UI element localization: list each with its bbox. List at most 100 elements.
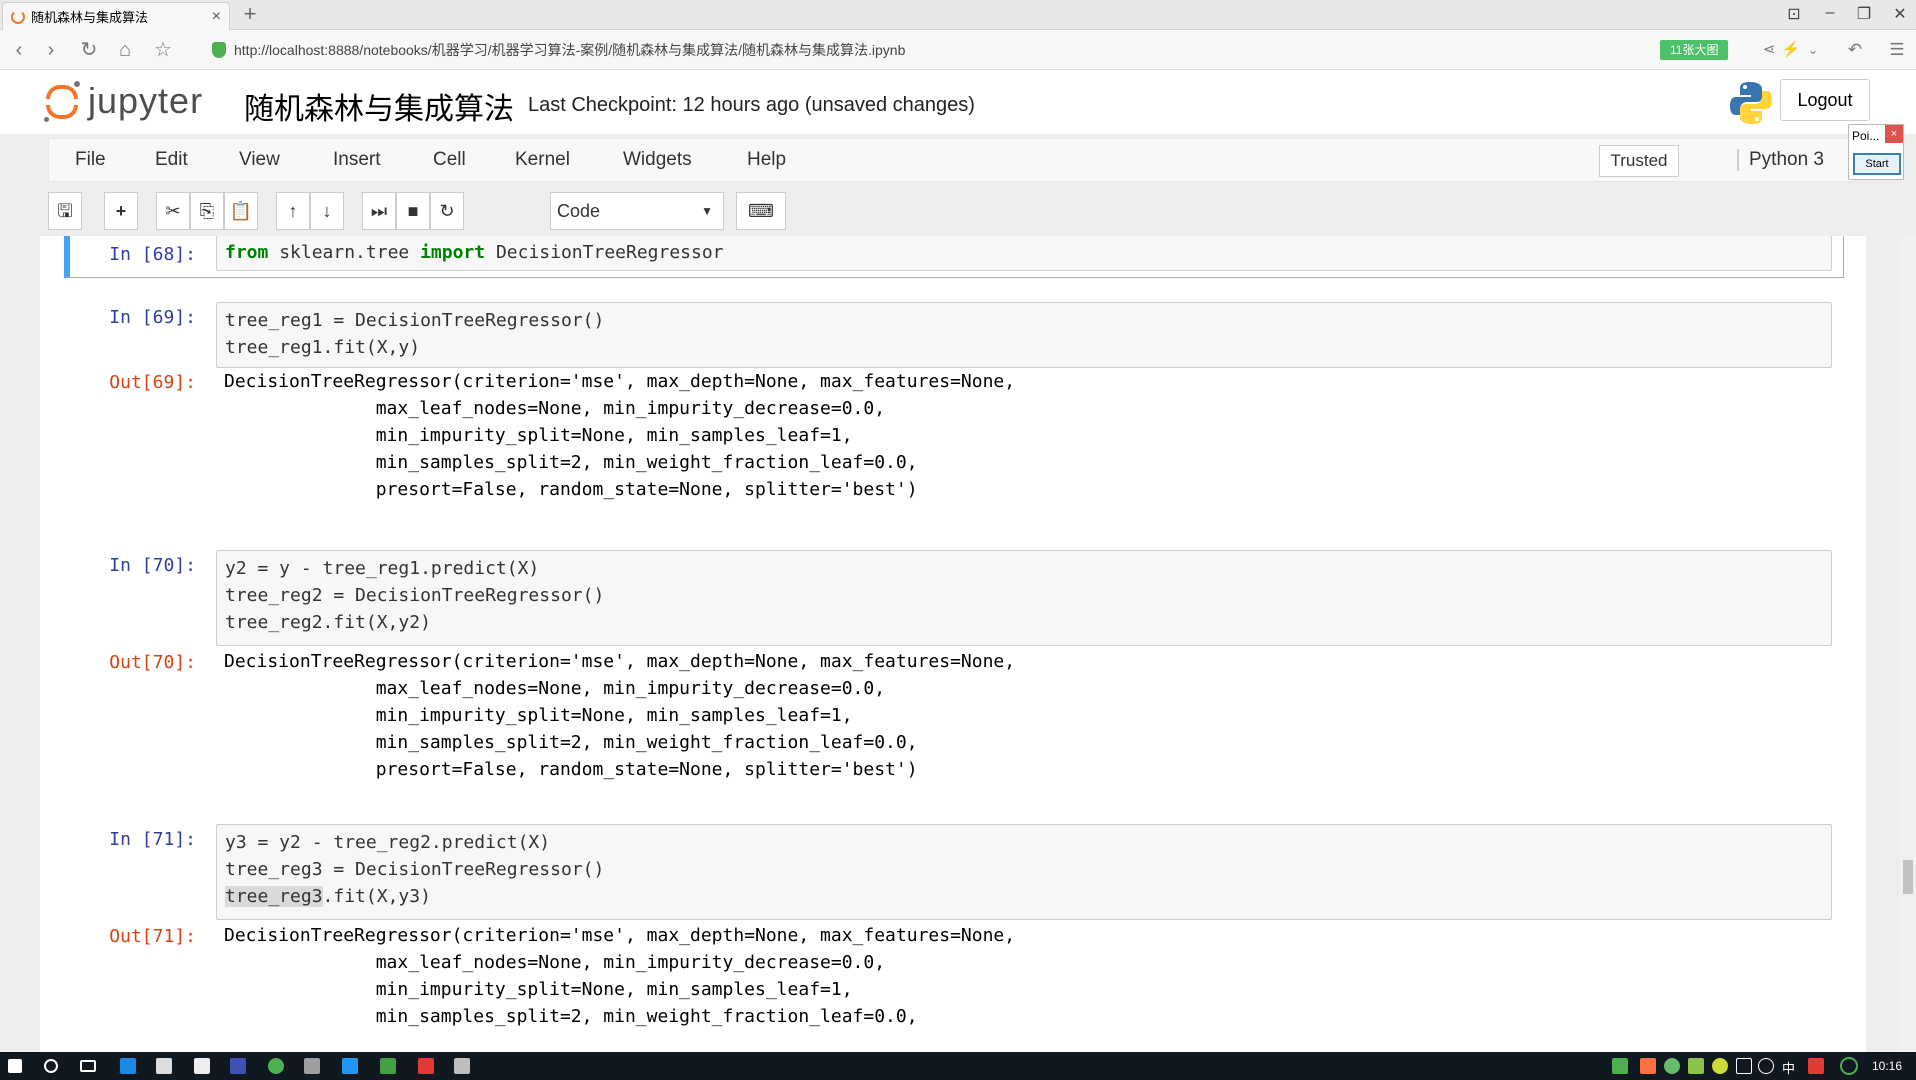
- code-cell[interactable]: In [68]: from sklearn.tree import Decisi…: [64, 236, 1844, 278]
- clock: 10:16: [1872, 1059, 1903, 1073]
- menu-help[interactable]: Help: [747, 149, 786, 171]
- restore-icon[interactable]: ❐: [1850, 4, 1878, 24]
- store-icon[interactable]: [156, 1058, 172, 1074]
- app-icon[interactable]: [230, 1058, 246, 1074]
- input-prompt: In [71]:: [109, 829, 196, 850]
- floating-popup: Poi... × Start: [1848, 124, 1904, 180]
- url-text: http://localhost:8888/notebooks/机器学习/机器学…: [234, 42, 906, 58]
- stop-icon[interactable]: ■: [396, 192, 430, 230]
- menu-file[interactable]: File: [75, 149, 106, 171]
- copy-icon[interactable]: ⎘: [190, 192, 224, 230]
- input-prompt: In [70]:: [109, 555, 196, 576]
- taskbar: 中 10:16: [0, 1052, 1916, 1080]
- volume-icon[interactable]: [1758, 1058, 1774, 1074]
- popup-start-button[interactable]: Start: [1853, 153, 1901, 175]
- app-icon[interactable]: [380, 1058, 396, 1074]
- keyboard-icon[interactable]: ⌨: [736, 192, 786, 230]
- code-text: sklearn.tree: [268, 242, 421, 263]
- menu-insert[interactable]: Insert: [333, 149, 381, 171]
- restart-icon[interactable]: ↻: [430, 192, 464, 230]
- trusted-indicator[interactable]: Trusted: [1599, 145, 1679, 177]
- logout-button[interactable]: Logout: [1780, 79, 1870, 121]
- code-cell[interactable]: In [71]: y3 = y2 - tree_reg2.predict(X) …: [64, 824, 1840, 1052]
- image-badge[interactable]: 11张大图: [1660, 40, 1729, 60]
- tray-icon[interactable]: [1808, 1058, 1824, 1074]
- search-icon[interactable]: [44, 1059, 58, 1073]
- url-field[interactable]: http://localhost:8888/notebooks/机器学习/机器学…: [206, 37, 1636, 63]
- folder-icon[interactable]: [304, 1058, 320, 1074]
- checkpoint-status: Last Checkpoint: 12 hours ago (unsaved c…: [528, 94, 975, 116]
- tray-icon[interactable]: [1640, 1058, 1656, 1074]
- paste-icon[interactable]: 📋: [224, 192, 258, 230]
- notebook-area: In [68]: from sklearn.tree import Decisi…: [0, 236, 1916, 1052]
- code-cell[interactable]: In [70]: y2 = y - tree_reg1.predict(X) t…: [64, 550, 1840, 800]
- chevron-down-icon[interactable]: ⌄: [1800, 38, 1826, 62]
- code-input[interactable]: y3 = y2 - tree_reg2.predict(X) tree_reg3…: [216, 824, 1832, 920]
- run-icon[interactable]: ⏭: [362, 192, 396, 230]
- task-view-icon[interactable]: [80, 1060, 96, 1072]
- code-input[interactable]: tree_reg1 = DecisionTreeRegressor() tree…: [216, 302, 1832, 368]
- windows-start-icon[interactable]: [8, 1059, 22, 1073]
- code-line: y3 = y2 - tree_reg2.predict(X): [225, 832, 551, 853]
- cell-type-value: Code: [557, 201, 601, 221]
- code-input[interactable]: from sklearn.tree import DecisionTreeReg…: [216, 236, 1832, 271]
- notebook-toolbar: 🖫 + ✂ ⎘ 📋 ↑ ↓ ⏭ ■ ↻ Code ▼ ⌨: [48, 192, 1856, 232]
- save-icon[interactable]: 🖫: [48, 192, 82, 230]
- browser-menu-icon[interactable]: ☰: [1884, 38, 1910, 62]
- app-icon[interactable]: [418, 1058, 434, 1074]
- network-icon[interactable]: [1736, 1058, 1752, 1074]
- vertical-scrollbar[interactable]: [1900, 236, 1916, 1052]
- cut-icon[interactable]: ✂: [156, 192, 190, 230]
- menu-edit[interactable]: Edit: [155, 149, 188, 171]
- notebook-name[interactable]: 随机森林与集成算法: [244, 84, 514, 128]
- notification-icon[interactable]: [1840, 1057, 1858, 1075]
- menu-cell[interactable]: Cell: [433, 149, 466, 171]
- edge-icon[interactable]: [120, 1058, 136, 1074]
- minimize-icon[interactable]: –: [1816, 4, 1844, 22]
- chevron-down-icon: ▼: [701, 204, 713, 218]
- code-cell[interactable]: In [69]: tree_reg1 = DecisionTreeRegress…: [64, 302, 1840, 532]
- tray-icon[interactable]: [1664, 1058, 1680, 1074]
- close-tab-icon[interactable]: ×: [212, 8, 221, 26]
- move-down-icon[interactable]: ↓: [310, 192, 344, 230]
- address-bar: ‹ › ↻ ⌂ ☆ http://localhost:8888/notebook…: [0, 30, 1916, 70]
- move-up-icon[interactable]: ↑: [276, 192, 310, 230]
- jupyter-logo[interactable]: jupyter: [44, 80, 203, 122]
- back-icon[interactable]: ‹: [6, 38, 32, 62]
- ime-indicator[interactable]: 中: [1782, 1058, 1795, 1077]
- tray-icon[interactable]: [1688, 1058, 1704, 1074]
- scrollbar-thumb[interactable]: [1903, 860, 1913, 894]
- code-input[interactable]: y2 = y - tree_reg1.predict(X) tree_reg2 …: [216, 550, 1832, 646]
- code-text: .fit(X,y3): [322, 886, 431, 907]
- bookmark-star-icon[interactable]: ☆: [150, 38, 176, 62]
- jupyter-header: jupyter 随机森林与集成算法 Last Checkpoint: 12 ho…: [0, 70, 1916, 134]
- close-window-icon[interactable]: ✕: [1886, 4, 1914, 24]
- app-icon[interactable]: [342, 1058, 358, 1074]
- popup-close-button[interactable]: ×: [1885, 125, 1903, 143]
- forward-icon[interactable]: ›: [38, 38, 64, 62]
- window-menu-icon[interactable]: ⊡: [1780, 4, 1808, 24]
- secure-shield-icon: [212, 42, 226, 58]
- kernel-name: Python 3: [1737, 149, 1824, 171]
- menu-view[interactable]: View: [239, 149, 280, 171]
- undo-icon[interactable]: ↶: [1842, 38, 1868, 62]
- new-tab-button[interactable]: +: [238, 2, 262, 28]
- reload-icon[interactable]: ↻: [76, 38, 102, 62]
- app-icon[interactable]: [454, 1058, 470, 1074]
- jupyter-favicon-icon: [11, 9, 25, 24]
- output-prompt: Out[70]:: [109, 652, 196, 673]
- browser-tab[interactable]: 随机森林与集成算法 ×: [2, 2, 230, 30]
- tray-icon[interactable]: [1712, 1058, 1728, 1074]
- tray-icon[interactable]: [1612, 1058, 1628, 1074]
- jupyter-logo-text: jupyter: [88, 80, 204, 121]
- menu-widgets[interactable]: Widgets: [623, 149, 692, 171]
- cell-output: DecisionTreeRegressor(criterion='mse', m…: [224, 371, 1016, 500]
- cell-type-select[interactable]: Code ▼: [550, 192, 724, 230]
- selected-text: tree_reg3: [225, 886, 323, 907]
- menu-kernel[interactable]: Kernel: [515, 149, 570, 171]
- browser-icon[interactable]: [268, 1058, 284, 1074]
- mail-icon[interactable]: [194, 1058, 210, 1074]
- home-icon[interactable]: ⌂: [112, 38, 138, 62]
- insert-cell-icon[interactable]: +: [104, 192, 138, 230]
- code-text: DecisionTreeRegressor: [485, 242, 724, 263]
